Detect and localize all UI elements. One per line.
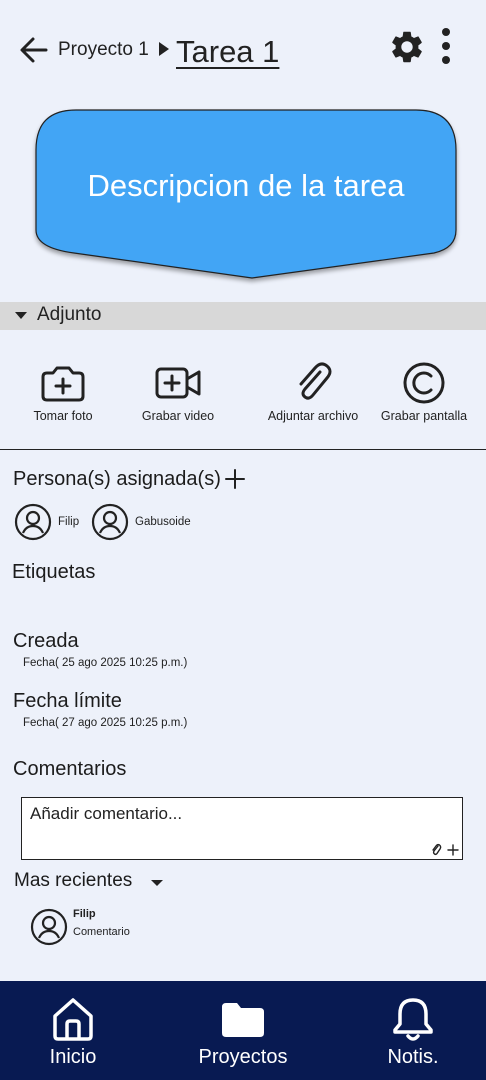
record-video-button[interactable]: Grabar video bbox=[118, 356, 238, 432]
record-screen-label: Grabar pantalla bbox=[380, 409, 468, 423]
record-screen-button[interactable]: Grabar pantalla bbox=[364, 356, 484, 432]
folder-icon bbox=[222, 1003, 264, 1037]
paperclip-icon bbox=[432, 843, 442, 856]
take-photo-label: Tomar foto bbox=[33, 409, 93, 423]
nav-item-proyectos[interactable]: Proyectos bbox=[183, 981, 303, 1080]
nav-item-inicio[interactable]: Inicio bbox=[18, 981, 128, 1080]
attach-file-label: Adjuntar archivo bbox=[267, 409, 359, 423]
avatar[interactable] bbox=[91, 503, 129, 541]
arrow-left-icon bbox=[20, 37, 48, 63]
comment-input[interactable] bbox=[30, 804, 430, 824]
task-description-text: Descripcion de la tarea bbox=[87, 168, 405, 203]
user-avatar-icon bbox=[91, 503, 129, 541]
back-button[interactable] bbox=[16, 32, 52, 68]
assignee-name: Gabusoide bbox=[135, 516, 191, 528]
nav-label-notificaciones: Notis. bbox=[387, 1046, 439, 1068]
breadcrumb-separator-icon bbox=[159, 42, 169, 56]
tags-title[interactable]: Etiquetas bbox=[12, 561, 95, 584]
breadcrumb-project[interactable]: Proyecto 1 bbox=[58, 39, 149, 61]
bell-icon bbox=[393, 998, 433, 1041]
caret-down-icon[interactable] bbox=[151, 880, 163, 886]
attachments-section-label: Adjunto bbox=[37, 304, 102, 325]
task-title[interactable]: Tarea 1 bbox=[176, 34, 279, 70]
created-date: Fecha( 25 ago 2025 10:25 p.m.) bbox=[23, 657, 188, 669]
add-assignee-button[interactable] bbox=[224, 468, 246, 490]
plus-icon bbox=[447, 844, 459, 856]
caret-down-icon bbox=[15, 312, 27, 319]
more-options-button[interactable] bbox=[434, 26, 458, 68]
screen-record-icon bbox=[403, 362, 445, 404]
comment-author: Filip bbox=[73, 908, 96, 920]
deadline-date[interactable]: Fecha( 27 ago 2025 10:25 p.m.) bbox=[23, 717, 187, 729]
settings-button[interactable] bbox=[388, 28, 426, 66]
record-video-label: Grabar video bbox=[141, 409, 215, 423]
attach-comment-file-button[interactable] bbox=[431, 843, 442, 856]
camera-plus-icon bbox=[41, 366, 85, 402]
home-icon bbox=[53, 998, 93, 1041]
plus-icon bbox=[225, 469, 245, 489]
avatar[interactable] bbox=[14, 503, 52, 541]
kebab-menu-icon bbox=[442, 28, 450, 64]
comment-text: Comentario bbox=[73, 926, 130, 938]
take-photo-button[interactable]: Tomar foto bbox=[3, 356, 123, 432]
nav-item-notificaciones[interactable]: Notis. bbox=[358, 981, 468, 1080]
gear-icon bbox=[392, 31, 422, 63]
deadline-title: Fecha límite bbox=[13, 690, 122, 712]
nav-label-proyectos: Proyectos bbox=[198, 1046, 288, 1068]
assignee-name: Filip bbox=[58, 516, 80, 528]
video-plus-icon bbox=[155, 367, 201, 399]
nav-label-inicio: Inicio bbox=[49, 1046, 97, 1068]
user-avatar-icon bbox=[14, 503, 52, 541]
add-comment-button[interactable] bbox=[447, 843, 459, 856]
comments-title: Comentarios bbox=[13, 758, 127, 780]
paperclip-icon bbox=[299, 362, 332, 400]
comments-sort-label[interactable]: Mas recientes bbox=[14, 870, 132, 892]
attach-file-button[interactable]: Adjuntar archivo bbox=[253, 356, 373, 432]
section-divider bbox=[0, 449, 486, 450]
comment-box bbox=[21, 797, 463, 860]
avatar bbox=[30, 908, 68, 946]
assignees-title: Persona(s) asignada(s) bbox=[13, 468, 221, 490]
created-title: Creada bbox=[13, 630, 79, 652]
user-avatar-icon bbox=[30, 908, 68, 946]
